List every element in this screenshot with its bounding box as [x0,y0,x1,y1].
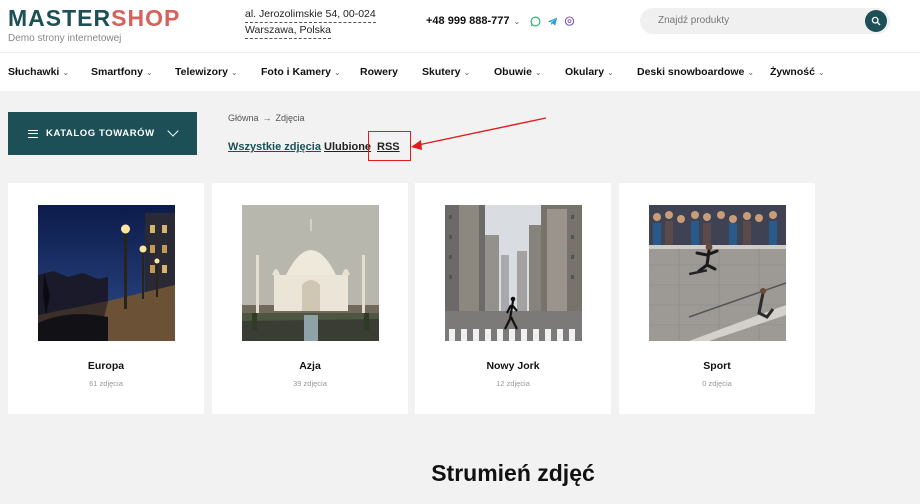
album-name[interactable]: Nowy Jork [415,360,611,372]
annotation-highlight-box [368,131,411,161]
nav-item-smartfony[interactable]: Smartfony ⌄ [91,66,153,78]
album-image-azja[interactable] [242,205,379,341]
section-title: Strumień zdjęć [431,460,595,486]
nav-item-sluchawki[interactable]: Słuchawki ⌄ [8,66,69,78]
arrow-right-icon: → [262,113,272,123]
nav-label: Foto i Kamery [261,66,332,78]
nav-label: Telewizory [175,66,228,78]
tab-favorites[interactable]: Ulubione [324,141,371,153]
nav-item-okulary[interactable]: Okulary ⌄ [565,66,614,78]
store-address[interactable]: al. Jerozolimskie 54, 00-024 Warszawa, P… [245,7,376,39]
nav-label: Okulary [565,66,605,78]
nav-item-foto-i-kamery[interactable]: Foto i Kamery ⌄ [261,66,341,78]
album-card-sport[interactable]: Sport 0 zdjęcia [619,183,815,414]
logo[interactable]: MASTERSHOP [8,4,180,32]
chevron-down-icon: ⌄ [62,68,70,77]
album-photo-count: 12 zdjęcia [496,379,530,388]
breadcrumb: Główna → Zdjęcia [228,113,305,123]
nav-item-telewizory[interactable]: Telewizory ⌄ [175,66,238,78]
album-card-europa[interactable]: Europa 61 zdjęcia [8,183,204,414]
chevron-down-icon: ⌄ [463,68,471,77]
nav-item-skutery[interactable]: Skutery ⌄ [422,66,470,78]
album-name[interactable]: Azja [212,360,408,372]
chevron-down-icon: ⌄ [534,68,542,77]
nav-label: Smartfony [91,66,143,78]
nav-label: Skutery [422,66,461,78]
chevron-down-icon: ⌄ [817,68,825,77]
album-image-sport[interactable] [649,205,786,341]
viber-icon[interactable] [564,15,575,27]
nav-item-obuwie[interactable]: Obuwie ⌄ [494,66,542,78]
search-button[interactable] [865,10,887,32]
breadcrumb-current: Zdjęcia [275,113,305,123]
phone-block: +48 999 888-777 ⌄ [426,15,575,27]
nav-item-deski-snowboardowe[interactable]: Deski snowboardowe ⌄ [637,66,754,78]
nav-label: Słuchawki [8,66,60,78]
chevron-down-icon [167,125,179,137]
nav-label: Żywność [770,66,815,78]
tab-all-photos[interactable]: Wszystkie zdjęcia [228,141,321,153]
site-header: MASTERSHOP Demo strony internetowej al. … [0,0,920,52]
social-links [530,15,575,27]
album-name[interactable]: Sport [619,360,815,372]
nav-label: Obuwie [494,66,532,78]
nav-item-zywnosc[interactable]: Żywność ⌄ [770,66,825,78]
logo-text-shop: SHOP [111,5,181,31]
album-image-europa[interactable] [38,205,175,341]
chevron-down-icon: ⌄ [230,68,238,77]
search-icon [871,16,881,26]
address-line-1: al. Jerozolimskie 54, 00-024 [245,7,376,23]
breadcrumb-home[interactable]: Główna [228,113,259,123]
chevron-down-icon: ⌄ [334,68,341,77]
album-image-nowy-jork[interactable] [445,205,582,341]
whatsapp-icon[interactable] [530,16,541,27]
main-nav: Słuchawki ⌄ Smartfony ⌄ Telewizory ⌄ Foto i… [0,52,920,91]
nav-item-rowery[interactable]: Rowery [360,66,398,78]
telegram-icon[interactable] [547,16,558,27]
album-photo-count: 61 zdjęcia [89,379,123,388]
menu-icon [28,129,38,138]
chevron-down-icon: ⌄ [145,68,153,77]
album-name[interactable]: Europa [8,360,204,372]
album-card-azja[interactable]: Azja 39 zdjęcia [212,183,408,414]
album-photo-count: 0 zdjęcia [702,379,732,388]
album-card-nowy-jork[interactable]: Nowy Jork 12 zdjęcia [415,183,611,414]
nav-label: Deski snowboardowe [637,66,745,78]
catalog-label: KATALOG TOWARÓW [46,128,155,139]
chevron-down-icon: ⌄ [607,68,614,77]
nav-label: Rowery [360,66,398,78]
album-photo-count: 39 zdjęcia [293,379,327,388]
tagline: Demo strony internetowej [8,33,122,44]
chevron-down-icon: ⌄ [747,68,755,77]
search-input[interactable]: Znajdź produkty [658,15,729,26]
address-line-2: Warszawa, Polska [245,23,331,39]
chevron-down-icon[interactable]: ⌄ [514,17,521,26]
logo-text-master: MASTER [8,5,112,31]
search-bar[interactable]: Znajdź produkty [640,8,890,34]
catalog-button[interactable]: KATALOG TOWARÓW [8,112,197,155]
phone-number[interactable]: +48 999 888-777 [426,15,510,27]
